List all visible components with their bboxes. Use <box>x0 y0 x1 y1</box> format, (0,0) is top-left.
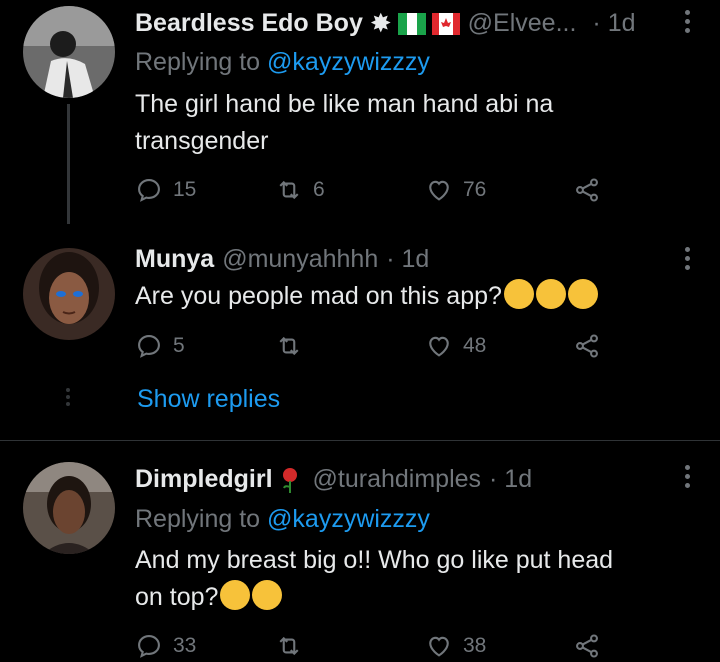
tweet-text-line: transgender <box>135 127 269 155</box>
like-count: 38 <box>463 634 487 657</box>
share-button[interactable] <box>573 632 601 660</box>
replying-to-handle[interactable]: @kayzywizzzy <box>267 48 430 76</box>
reply-icon <box>138 335 160 358</box>
display-name[interactable]: Beardless Edo Boy <box>135 9 363 38</box>
tweet-text-line: The girl hand be like man hand abi na <box>135 90 554 118</box>
replying-to: Replying to @kayzywizzzy <box>135 48 430 77</box>
display-name[interactable]: Dimpledgirl <box>135 465 273 494</box>
badge-icon: ✸ <box>369 8 392 38</box>
crying-face-emoji <box>567 279 598 309</box>
avatar-photo <box>23 462 115 554</box>
avatar[interactable] <box>23 6 115 98</box>
tweet-actions: 5 48 <box>135 332 615 362</box>
replying-to-handle[interactable]: @kayzywizzzy <box>267 505 430 533</box>
replying-to-label: Replying to <box>135 505 268 533</box>
retweet-icon <box>279 336 299 356</box>
reply-icon <box>138 179 160 202</box>
thread-gap-indicator <box>66 388 72 406</box>
tweet-text: And my breast big o!! Who go like put he… <box>135 542 613 616</box>
tweet-text-line: And my breast big o!! Who go like put he… <box>135 546 614 574</box>
share-icon <box>576 634 598 658</box>
more-options-icon[interactable] <box>684 465 690 488</box>
heart-icon <box>429 636 449 657</box>
timestamp[interactable]: · 1d <box>592 9 635 38</box>
crying-face-emoji <box>535 279 566 309</box>
share-button[interactable] <box>573 176 601 204</box>
reply-button[interactable]: 5 <box>135 332 185 360</box>
rose-icon <box>282 467 297 493</box>
share-button[interactable] <box>573 332 601 360</box>
retweet-icon <box>279 636 299 656</box>
like-button[interactable]: 76 <box>425 176 486 204</box>
retweet-count: 6 <box>313 178 325 201</box>
tweet-text: The girl hand be like man hand abi na tr… <box>135 86 553 160</box>
heart-icon <box>429 180 449 201</box>
reply-count: 15 <box>173 178 197 201</box>
retweet-button[interactable] <box>275 632 313 660</box>
reply-count: 5 <box>173 334 185 357</box>
show-replies-link[interactable]: Show replies <box>137 385 280 414</box>
share-icon <box>576 178 598 202</box>
reply-icon <box>138 635 160 658</box>
nigeria-flag-icon <box>397 12 426 35</box>
thread-line <box>67 104 70 224</box>
tweet-text-line: Are you people mad on this app? <box>135 282 502 310</box>
avatar[interactable] <box>23 462 115 554</box>
reply-count: 33 <box>173 634 197 657</box>
avatar[interactable] <box>23 248 115 340</box>
tweet-header: Munya @munyahhhh · 1d <box>135 245 429 274</box>
user-handle[interactable]: @Elvee... <box>468 9 577 38</box>
replying-to-label: Replying to <box>135 48 268 76</box>
retweet-icon <box>279 180 299 200</box>
tweet-text: Are you people mad on this app? <box>135 278 598 315</box>
canada-flag-icon <box>431 12 460 35</box>
tweet-header: Beardless Edo Boy ✸ @Elvee... · 1d <box>135 8 636 39</box>
tweet-actions: 33 38 <box>135 632 615 662</box>
divider <box>0 440 720 441</box>
more-options-icon[interactable] <box>684 10 690 33</box>
retweet-button[interactable]: 6 <box>275 176 325 204</box>
user-handle[interactable]: @munyahhhh <box>222 245 378 274</box>
retweet-button[interactable] <box>275 332 313 360</box>
tweet-header: Dimpledgirl @turahdimples · 1d <box>135 465 532 494</box>
display-name[interactable]: Munya <box>135 245 214 274</box>
rolling-eyes-emoji <box>252 580 283 610</box>
reply-button[interactable]: 33 <box>135 632 196 660</box>
crying-face-emoji <box>503 279 534 309</box>
tweet-actions: 15 6 76 <box>135 176 615 206</box>
like-button[interactable]: 38 <box>425 632 486 660</box>
timestamp[interactable]: · 1d <box>489 465 532 494</box>
like-count: 48 <box>463 334 487 357</box>
user-handle[interactable]: @turahdimples <box>313 465 482 494</box>
replying-to: Replying to @kayzywizzzy <box>135 505 430 534</box>
weary-face-emoji <box>220 580 251 610</box>
more-options-icon[interactable] <box>684 247 690 270</box>
share-icon <box>576 334 598 358</box>
tweet-text-line: on top? <box>135 583 219 611</box>
heart-icon <box>429 336 449 357</box>
avatar-photo <box>23 248 115 340</box>
like-button[interactable]: 48 <box>425 332 486 360</box>
avatar-photo <box>23 6 115 98</box>
timestamp[interactable]: · 1d <box>386 245 429 274</box>
like-count: 76 <box>463 178 487 201</box>
reply-button[interactable]: 15 <box>135 176 196 204</box>
